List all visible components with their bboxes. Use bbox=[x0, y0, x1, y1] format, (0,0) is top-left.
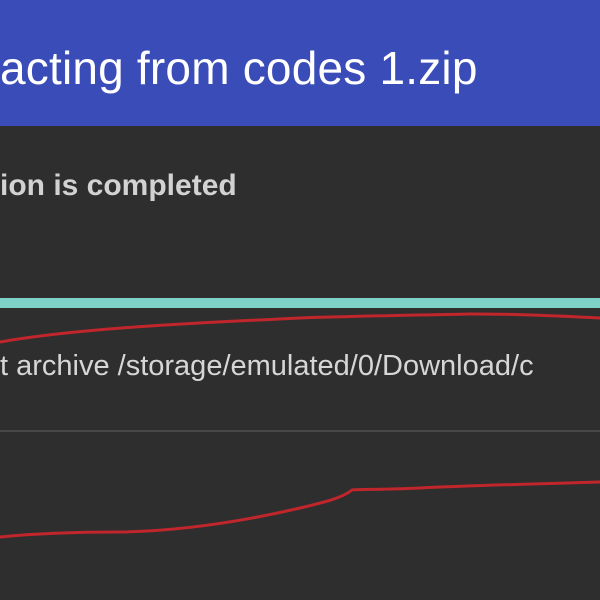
progress-bar-fill bbox=[0, 298, 600, 308]
red-underline-top bbox=[0, 312, 600, 344]
dialog-header: acting from codes 1.zip bbox=[0, 0, 600, 126]
progress-bar bbox=[0, 298, 600, 308]
red-underline-bottom bbox=[0, 480, 600, 539]
divider bbox=[0, 430, 600, 432]
dialog-title: acting from codes 1.zip bbox=[0, 42, 478, 94]
log-message: t archive /storage/emulated/0/Download/c bbox=[0, 350, 534, 382]
status-message: ion is completed bbox=[0, 169, 237, 202]
extraction-dialog: acting from codes 1.zip ion is completed… bbox=[0, 0, 600, 600]
